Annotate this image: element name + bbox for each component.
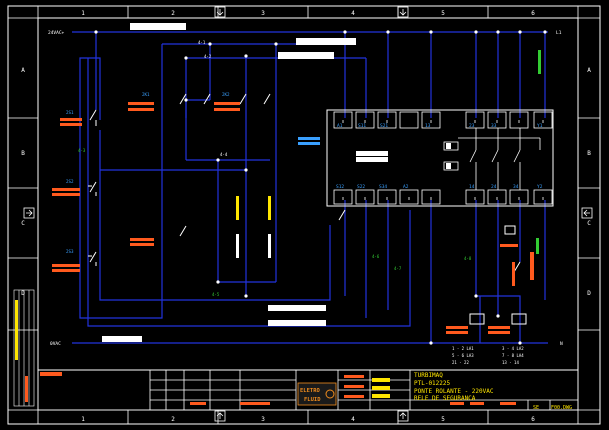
col-label: 4 bbox=[351, 416, 355, 423]
row-label: B bbox=[21, 150, 25, 157]
col-label: 3 bbox=[261, 416, 265, 423]
terminal-bottom: Y2 bbox=[537, 184, 543, 190]
contactor-coil bbox=[469, 313, 485, 325]
title-line-1: TURBIMAQ bbox=[414, 372, 443, 379]
terminal-top: S11 bbox=[358, 123, 366, 129]
col-label: 1 bbox=[81, 416, 85, 423]
col-label: 4 bbox=[351, 10, 355, 17]
component-label: 2K2 bbox=[222, 92, 230, 97]
title-line-3: PONTE ROLANTE - 220VAC bbox=[414, 388, 494, 395]
col-label: 1 bbox=[81, 10, 85, 17]
terminal-top: Y1 bbox=[537, 123, 543, 129]
schematic-diagram: 1 2 3 4 5 6 1 2 3 4 5 6 A B C D A B C D bbox=[7, 5, 601, 425]
rail-label: 0VAC bbox=[50, 341, 61, 347]
wire-label: 4-1 bbox=[198, 40, 206, 45]
row-label: C bbox=[21, 220, 25, 227]
row-label: A bbox=[21, 67, 25, 74]
legend-row: 1 - 2 LA1 bbox=[452, 346, 474, 351]
terminal-bottom: 24 bbox=[491, 184, 497, 190]
terminal-top: S21 bbox=[380, 123, 388, 129]
row-label: D bbox=[587, 290, 591, 297]
wire-label: 4-6 bbox=[372, 254, 380, 259]
company-logo: ELETRO FLUID bbox=[297, 382, 337, 406]
terminal-bottom: S34 bbox=[379, 184, 387, 190]
wire-label: 4-8 bbox=[464, 256, 472, 261]
terminal-bottom: S22 bbox=[357, 184, 365, 190]
component-label: 2S2 bbox=[66, 179, 74, 184]
terminal-bottom: 34 bbox=[513, 184, 519, 190]
component-label: 2S3 bbox=[66, 249, 74, 254]
rail-label: 24VAC+ bbox=[48, 30, 65, 36]
col-label: 2 bbox=[171, 416, 175, 423]
col-label: 5 bbox=[441, 10, 445, 17]
col-label: 2 bbox=[171, 10, 175, 17]
svg-text:FLUID: FLUID bbox=[304, 397, 321, 403]
contactor-coil bbox=[511, 313, 527, 325]
terminal-top: 13 bbox=[425, 123, 431, 129]
component-label: 2S1 bbox=[66, 110, 74, 115]
col-label: 6 bbox=[531, 416, 535, 423]
wire-label: 4-5 bbox=[212, 292, 220, 297]
col-label: 6 bbox=[531, 10, 535, 17]
legend-row: 5 - 6 LA3 bbox=[452, 353, 474, 358]
component-label: 2K1 bbox=[142, 92, 150, 97]
row-label: C bbox=[587, 220, 591, 227]
col-label: 3 bbox=[261, 10, 265, 17]
row-label: D bbox=[21, 290, 25, 297]
terminal-bottom: 14 bbox=[469, 184, 475, 190]
legend-row: 3 - 4 LA2 bbox=[502, 346, 524, 351]
terminal-top: 33 bbox=[491, 123, 497, 129]
terminal-bottom: S12 bbox=[336, 184, 344, 190]
wire-label: 4-2 bbox=[204, 54, 212, 59]
rail-label: N bbox=[560, 341, 563, 347]
legend-row: 21 - 22 bbox=[452, 360, 469, 365]
legend-row: 13 - 14 bbox=[502, 360, 519, 365]
row-label: B bbox=[587, 150, 591, 157]
rail-label: L1 bbox=[556, 30, 562, 36]
wire-label: 4-7 bbox=[394, 266, 402, 271]
drawing-number: F00.DWG bbox=[551, 405, 572, 411]
legend-row: 7 - 8 LA4 bbox=[502, 353, 524, 358]
terminal-bottom: A2 bbox=[403, 184, 409, 190]
row-label: A bbox=[587, 67, 591, 74]
terminal-top: 23 bbox=[469, 123, 475, 129]
terminal-top: A1 bbox=[337, 123, 343, 129]
title-line-2: PTL-012225 bbox=[414, 380, 451, 387]
svg-text:ELETRO: ELETRO bbox=[300, 388, 321, 394]
col-label: 5 bbox=[441, 416, 445, 423]
wire-label: 4-3 bbox=[78, 148, 86, 153]
wire-label: 4-4 bbox=[220, 152, 228, 157]
sheet-label: SE bbox=[533, 405, 539, 411]
title-line-4: RELE DE SEGURANCA bbox=[414, 395, 476, 402]
